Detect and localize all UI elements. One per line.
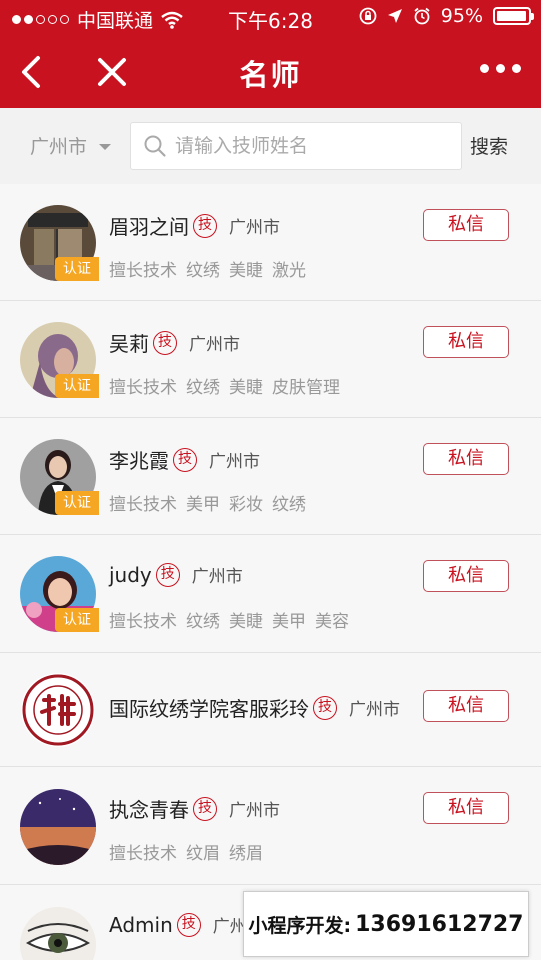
skill-tag: 美睫 [229,261,263,281]
technician-badge: 技 [313,695,337,720]
teacher-city: 广州市 [191,567,243,587]
technician-badge: 技 [173,447,197,472]
verified-badge: 认证 [55,608,99,632]
technician-badge: 技 [153,330,177,355]
teacher-item[interactable]: 认证 吴莉 技 广州市 擅长技术 纹绣 美睫 皮肤管理 私信 [0,301,541,418]
private-message-button[interactable]: 私信 [423,560,509,592]
technician-badge: 技 [193,796,217,821]
teacher-item[interactable]: 认证 judy 技 广州市 擅长技术 纹绣 美睫 美甲 美容 私信 [0,535,541,653]
avatar [20,907,96,960]
private-message-button[interactable]: 私信 [423,792,509,824]
skill-tag: 纹绣 [186,612,220,632]
teacher-name: judy [109,562,152,587]
avatar [20,789,96,865]
caret-down-icon [99,144,112,150]
promo-banner: 小程序开发: 13691612727 [243,891,529,957]
skills-label: 擅长技术 [109,612,177,632]
skill-tag: 皮肤管理 [272,378,340,398]
verified-badge: 认证 [55,491,99,515]
search-box[interactable] [130,122,462,170]
status-right: 95% [359,5,534,27]
skill-tag: 纹绣 [186,378,220,398]
teacher-name-row: Admin 技 广州市 [109,912,264,937]
verified-badge: 认证 [55,374,99,398]
technician-badge: 技 [176,912,201,937]
teacher-name-row: 眉羽之间 技 广州市 [109,211,280,240]
teacher-skills: 擅长技术 纹绣 美睫 美甲 美容 [109,607,349,632]
teacher-city: 广州市 [229,801,280,821]
teacher-skills: 擅长技术 纹绣 美睫 激光 [109,256,306,281]
skills-label: 擅长技术 [109,261,177,281]
skill-tag: 美睫 [229,378,263,398]
promo-label: 小程序开发: [248,914,352,937]
teacher-city: 广州市 [189,335,240,355]
skills-label: 擅长技术 [109,378,177,398]
skill-tag: 纹绣 [186,261,220,281]
private-message-button[interactable]: 私信 [423,326,509,358]
teacher-name-row: 李兆霞 技 广州市 [109,445,260,474]
skill-tag: 纹绣 [272,495,306,515]
private-message-button[interactable]: 私信 [423,690,509,722]
college-logo [20,672,96,748]
alarm-icon [414,7,430,25]
teacher-name-row: 国际纹绣学院客服彩玲 技 广州市 [109,693,400,722]
teacher-city: 广州市 [349,700,400,720]
teacher-skills: 擅长技术 纹眉 绣眉 [109,839,263,864]
skill-tag: 绣眉 [229,844,263,864]
skill-tag: 美睫 [229,612,263,632]
city-dropdown-label: 广州市 [30,136,88,158]
teacher-skills: 擅长技术 纹绣 美睫 皮肤管理 [109,373,340,398]
nav-bar: 名师 [0,36,541,108]
verified-badge: 认证 [55,257,99,281]
skill-tag: 美甲 [186,495,220,515]
teacher-name: 眉羽之间 [109,215,189,239]
teacher-list: 认证 眉羽之间 技 广州市 擅长技术 纹绣 美睫 激光 私信 认证 吴莉 技 广… [0,184,541,960]
teacher-item[interactable]: 认证 李兆霞 技 广州市 擅长技术 美甲 彩妆 纹绣 私信 [0,418,541,535]
technician-badge: 技 [193,213,217,238]
skill-tag: 纹眉 [186,844,220,864]
teacher-name-row: judy 技 广州市 [109,562,243,587]
more-dots-icon[interactable] [480,64,521,73]
private-message-button[interactable]: 私信 [423,209,509,241]
battery-fill [497,11,526,21]
search-input[interactable] [175,135,445,157]
search-bar: 广州市 搜索 [0,108,541,184]
search-icon [144,135,166,157]
search-button[interactable]: 搜索 [470,132,508,159]
teacher-city: 广州市 [209,452,260,472]
teacher-item[interactable]: 认证 眉羽之间 技 广州市 擅长技术 纹绣 美睫 激光 私信 [0,184,541,301]
technician-badge: 技 [155,562,180,587]
city-dropdown[interactable]: 广州市 [30,132,112,159]
teacher-name-row: 吴莉 技 广州市 [109,328,240,357]
teacher-name: Admin [109,912,173,937]
battery-icon [493,7,534,25]
teacher-name: 执念青春 [109,798,189,822]
teacher-skills: 擅长技术 美甲 彩妆 纹绣 [109,490,306,515]
teacher-name-row: 执念青春 技 广州市 [109,794,280,823]
location-arrow-icon [387,9,402,23]
teacher-city: 广州市 [229,218,280,238]
teacher-item[interactable]: 国际纹绣学院客服彩玲 技 广州市 私信 [0,653,541,767]
battery-percent: 95% [440,5,483,27]
status-bar: 中国联通 下午6:28 95% [0,0,541,36]
teacher-item[interactable]: 执念青春 技 广州市 擅长技术 纹眉 绣眉 私信 [0,767,541,885]
skills-label: 擅长技术 [109,844,177,864]
teacher-name: 吴莉 [109,332,149,356]
skill-tag: 美甲 [272,612,306,632]
skill-tag: 美容 [315,612,349,632]
skill-tag: 彩妆 [229,495,263,515]
skills-label: 擅长技术 [109,495,177,515]
promo-phone: 13691612727 [355,911,524,937]
teacher-name: 李兆霞 [109,449,169,473]
teacher-name: 国际纹绣学院客服彩玲 [109,697,309,721]
page-title: 名师 [239,58,302,92]
skill-tag: 激光 [272,261,306,281]
private-message-button[interactable]: 私信 [423,443,509,475]
rotation-lock-icon [359,7,377,25]
